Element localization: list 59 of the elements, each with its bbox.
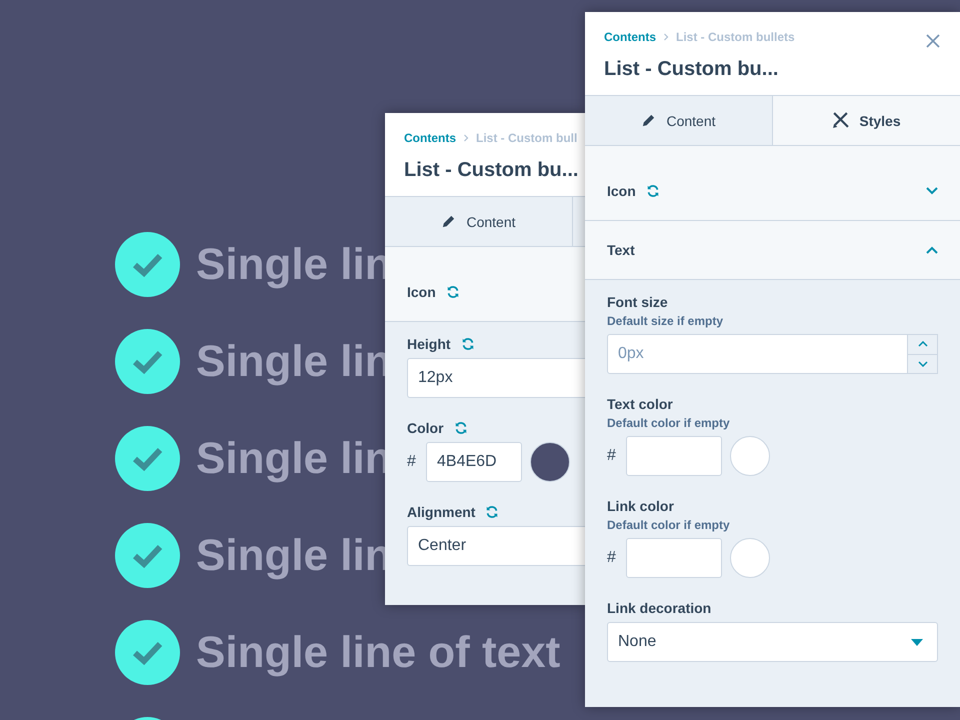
breadcrumb-link[interactable]: Contents <box>404 131 456 145</box>
refresh-icon[interactable] <box>646 184 660 198</box>
field-label: Alignment <box>407 504 476 520</box>
pencil-icon <box>441 214 456 229</box>
color-swatch[interactable] <box>530 442 570 482</box>
hash-label: # <box>407 453 417 471</box>
hex-input[interactable] <box>626 538 722 578</box>
chevron-up-icon <box>918 341 928 348</box>
pencil-icon <box>641 113 656 128</box>
panel-title: List - Custom bu... <box>604 58 780 81</box>
section-header[interactable]: Text <box>585 221 960 280</box>
chevron-down-icon <box>918 360 928 367</box>
hash-label: # <box>607 447 617 465</box>
help-text: Default size if empty <box>607 314 724 328</box>
list-item-text: Single line of text <box>196 628 560 678</box>
tab[interactable]: Content <box>585 96 773 145</box>
check-circle-icon <box>115 329 180 394</box>
check-circle-icon <box>115 426 180 491</box>
increment-button[interactable] <box>908 334 938 354</box>
refresh-icon[interactable] <box>485 505 500 519</box>
chevron-down-icon <box>926 187 938 195</box>
check-circle-icon <box>115 232 180 297</box>
field-label: Link color <box>607 498 674 514</box>
refresh-icon[interactable] <box>446 285 460 299</box>
decoration-dropdown[interactable]: None <box>607 622 938 662</box>
decrement-button[interactable] <box>908 354 938 374</box>
font-size-input[interactable]: 0px <box>607 334 908 374</box>
check-circle-icon <box>115 523 180 588</box>
tab[interactable]: Styles <box>773 96 960 145</box>
tab[interactable]: Content <box>385 197 573 246</box>
refresh-icon[interactable] <box>454 421 468 435</box>
caret-icon <box>911 638 923 646</box>
brushes-icon <box>832 112 850 129</box>
hex-input[interactable] <box>626 436 722 476</box>
help-text: Default color if empty <box>607 416 731 430</box>
alignment-select[interactable]: Center <box>407 526 585 566</box>
breadcrumb-current: List - Custom bullets <box>676 30 795 44</box>
section-header[interactable]: Icon <box>385 247 585 322</box>
chevron-right-icon <box>462 134 470 142</box>
field-label: Font size <box>607 294 668 310</box>
breadcrumb-current: List - Custom bull <box>476 131 578 145</box>
height-input[interactable]: 12px <box>407 358 585 398</box>
color-swatch[interactable] <box>730 436 770 476</box>
refresh-icon[interactable] <box>460 337 475 351</box>
breadcrumb-link[interactable]: Contents <box>604 30 656 44</box>
hex-input[interactable]: 4B4E6D <box>426 442 522 482</box>
close-button[interactable] <box>924 32 942 50</box>
field-label: Link decoration <box>607 600 712 616</box>
field-label: Height <box>407 336 451 352</box>
section-header[interactable]: Icon <box>585 146 960 221</box>
hash-label: # <box>607 549 617 567</box>
field-label: Color <box>407 420 444 436</box>
chevron-up-icon <box>926 246 938 254</box>
help-text: Default color if empty <box>607 518 731 532</box>
check-circle-icon <box>115 620 180 685</box>
panel-title: List - Custom bu... <box>404 159 580 182</box>
color-swatch[interactable] <box>730 538 770 578</box>
field-label: Text color <box>607 396 673 412</box>
chevron-right-icon <box>662 33 670 41</box>
